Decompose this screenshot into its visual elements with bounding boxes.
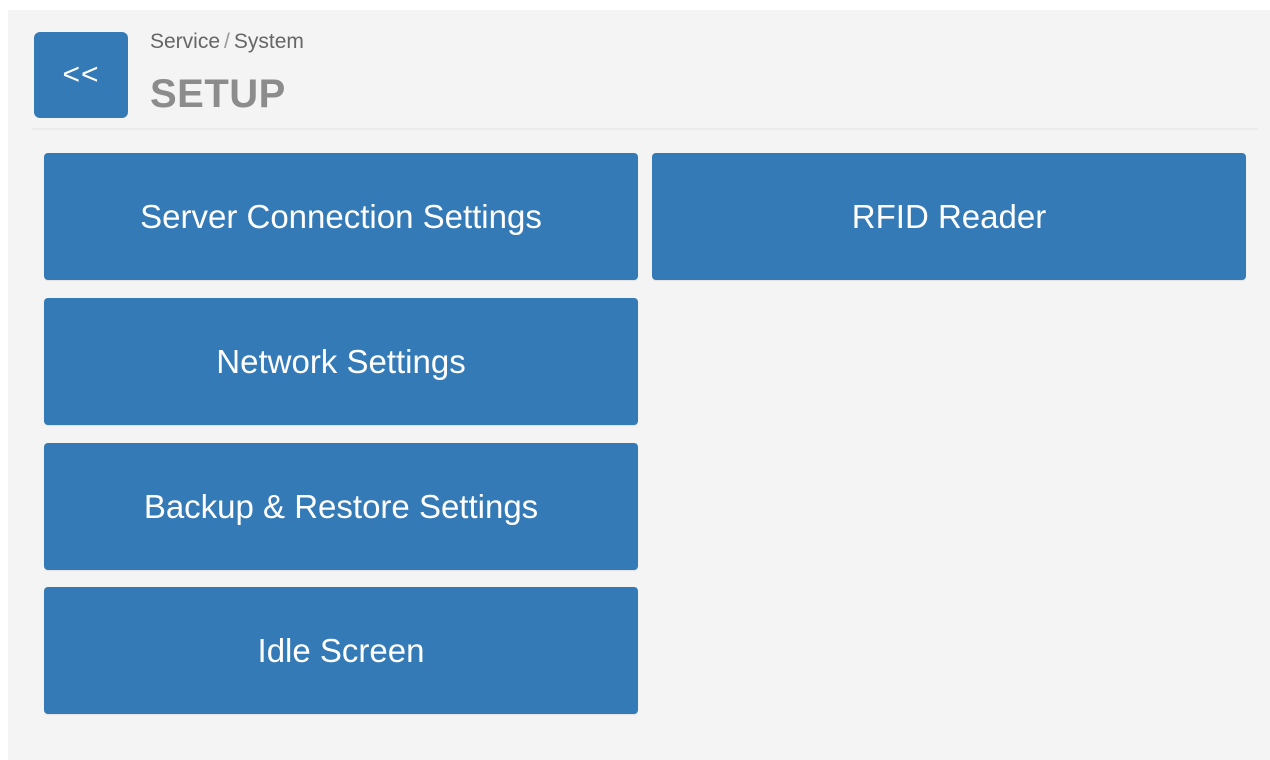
back-button[interactable]: <<	[34, 32, 128, 118]
page-title: SETUP	[150, 72, 286, 116]
backup-restore-settings-button[interactable]: Backup & Restore Settings	[44, 443, 638, 570]
page-header: << Service / System SETUP	[32, 10, 1258, 130]
rfid-reader-button[interactable]: RFID Reader	[652, 153, 1246, 280]
breadcrumb-item-system[interactable]: System	[234, 30, 304, 53]
server-connection-settings-button[interactable]: Server Connection Settings	[44, 153, 638, 280]
setup-panel: << Service / System SETUP Server Connectio…	[8, 10, 1270, 760]
breadcrumb-separator: /	[224, 30, 230, 53]
idle-screen-button[interactable]: Idle Screen	[44, 587, 638, 714]
breadcrumb-item-service[interactable]: Service	[150, 30, 220, 53]
network-settings-button[interactable]: Network Settings	[44, 298, 638, 425]
breadcrumb: Service / System	[150, 30, 304, 54]
